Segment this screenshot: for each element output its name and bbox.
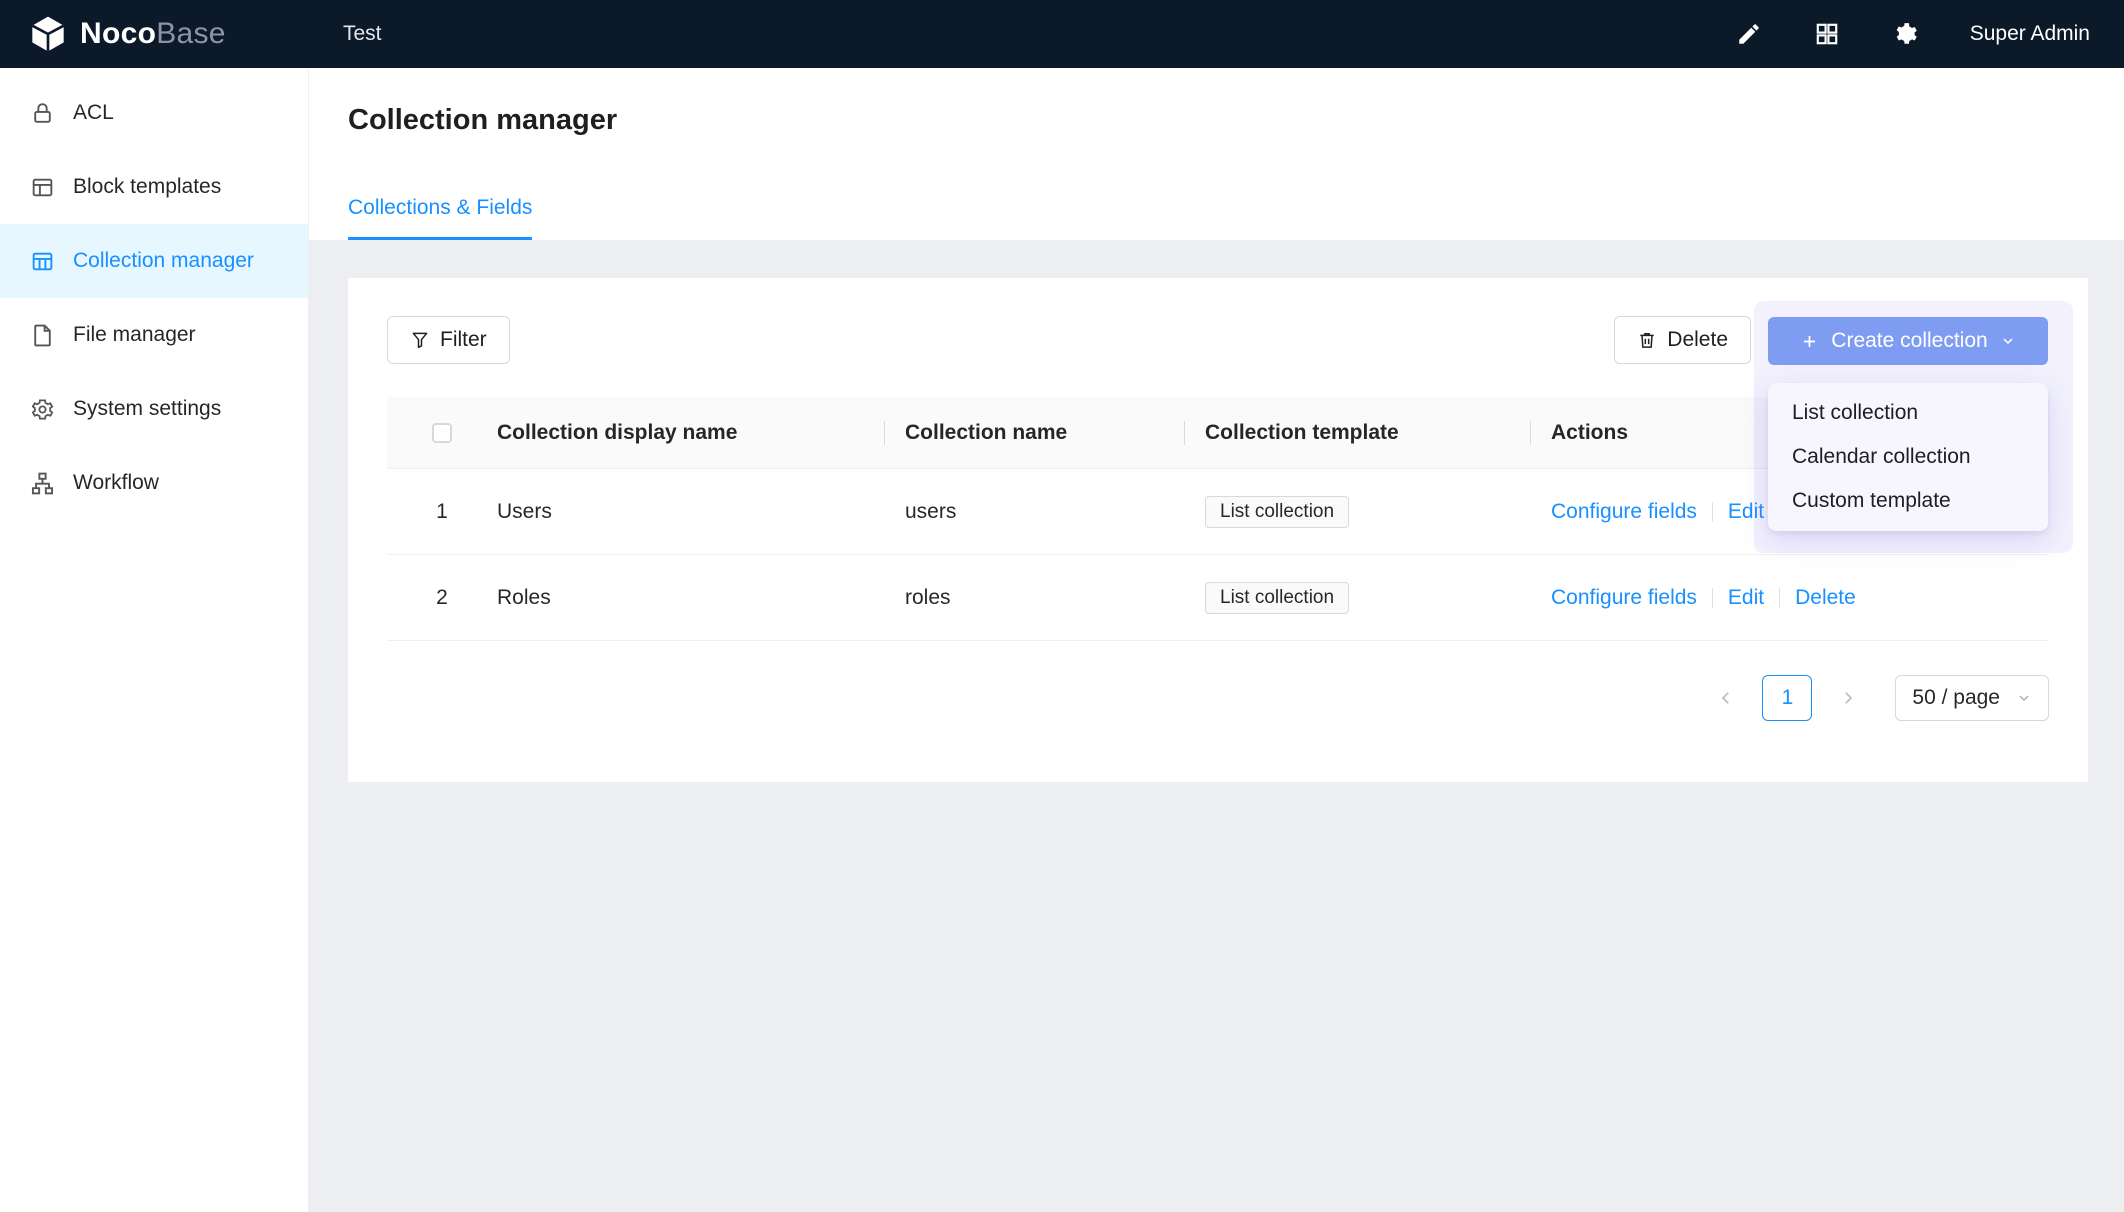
filter-button[interactable]: Filter — [387, 316, 510, 364]
tab-collections-fields[interactable]: Collections & Fields — [348, 196, 532, 240]
cell-collection-name: roles — [905, 586, 1205, 610]
sidebar-item-label: Block templates — [73, 175, 221, 199]
funnel-icon — [410, 330, 430, 350]
highlight-icon[interactable] — [1736, 21, 1762, 47]
table-row: 2 Roles roles List collection Configure … — [387, 555, 2049, 641]
chevron-left-icon — [1717, 689, 1735, 707]
chevron-right-icon — [1839, 689, 1857, 707]
action-divider — [1712, 588, 1713, 608]
file-icon — [30, 323, 55, 348]
sidebar-item-block-templates[interactable]: Block templates — [0, 150, 308, 224]
edit-link[interactable]: Edit — [1728, 586, 1764, 610]
sidebar: ACL Block templates Collection manager F… — [0, 68, 309, 1212]
page-title: Collection manager — [348, 68, 2124, 138]
chevron-down-icon — [2000, 333, 2016, 349]
column-header: Collection display name — [497, 421, 905, 445]
sidebar-item-label: ACL — [73, 101, 114, 125]
delete-button[interactable]: Delete — [1614, 316, 1751, 364]
user-menu[interactable]: Super Admin — [1970, 22, 2090, 46]
cell-display-name: Roles — [497, 586, 905, 610]
sidebar-item-collection-manager[interactable]: Collection manager — [0, 224, 308, 298]
cell-actions: Configure fields Edit Delete — [1551, 586, 2049, 610]
configure-fields-link[interactable]: Configure fields — [1551, 500, 1697, 524]
action-divider — [1712, 502, 1713, 522]
delete-link[interactable]: Delete — [1795, 586, 1856, 610]
select-all-checkbox[interactable] — [432, 423, 452, 443]
cell-display-name: Users — [497, 500, 905, 524]
pagination-next-button[interactable] — [1825, 675, 1871, 721]
plus-icon — [1800, 332, 1819, 351]
sidebar-item-label: System settings — [73, 397, 221, 421]
appstore-icon[interactable] — [1814, 21, 1840, 47]
table-icon — [30, 249, 55, 274]
main-area: Collection manager Collections & Fields … — [309, 68, 2124, 1212]
template-tag: List collection — [1205, 496, 1349, 528]
brand-name: NocoBase — [80, 17, 226, 51]
sidebar-item-workflow[interactable]: Workflow — [0, 446, 308, 520]
topbar: NocoBase Test Super Admin — [0, 0, 2124, 68]
chevron-down-icon — [2016, 690, 2032, 706]
nocobase-logo-icon — [28, 14, 68, 54]
template-tag: List collection — [1205, 582, 1349, 614]
sidebar-item-label: File manager — [73, 323, 196, 347]
sidebar-item-acl[interactable]: ACL — [0, 76, 308, 150]
pagination: 1 50 / page — [387, 675, 2049, 721]
gear-icon[interactable] — [1892, 21, 1918, 47]
pagination-prev-button[interactable] — [1703, 675, 1749, 721]
topbar-menu: Test — [309, 0, 416, 68]
pagination-page-1[interactable]: 1 — [1762, 675, 1812, 721]
layout-icon — [30, 175, 55, 200]
workflow-icon — [30, 471, 55, 496]
brand-logo[interactable]: NocoBase — [0, 14, 309, 54]
create-collection-dropdown-overlay: Create collection List collection Calend… — [1754, 301, 2073, 553]
sidebar-item-label: Collection manager — [73, 249, 254, 273]
create-collection-menu: List collection Calendar collection Cust… — [1768, 383, 2048, 531]
column-header: Collection name — [905, 421, 1205, 445]
sidebar-item-file-manager[interactable]: File manager — [0, 298, 308, 372]
page-header: Collection manager Collections & Fields — [309, 68, 2124, 240]
configure-fields-link[interactable]: Configure fields — [1551, 586, 1697, 610]
cell-collection-name: users — [905, 500, 1205, 524]
lock-icon — [30, 101, 55, 126]
row-index: 2 — [387, 586, 497, 610]
page-size-select[interactable]: 50 / page — [1895, 675, 2049, 721]
gear-icon — [30, 397, 55, 422]
menu-item-custom-template[interactable]: Custom template — [1768, 479, 2048, 523]
menu-item-calendar-collection[interactable]: Calendar collection — [1768, 435, 2048, 479]
create-collection-button[interactable]: Create collection — [1768, 317, 2048, 365]
menu-item-list-collection[interactable]: List collection — [1768, 391, 2048, 435]
column-header: Collection template — [1205, 421, 1551, 445]
action-divider — [1779, 588, 1780, 608]
trash-icon — [1637, 330, 1657, 350]
row-index: 1 — [387, 500, 497, 524]
sidebar-item-system-settings[interactable]: System settings — [0, 372, 308, 446]
topbar-right: Super Admin — [1736, 21, 2124, 47]
sidebar-item-label: Workflow — [73, 471, 159, 495]
topbar-menu-item-test[interactable]: Test — [309, 0, 416, 68]
